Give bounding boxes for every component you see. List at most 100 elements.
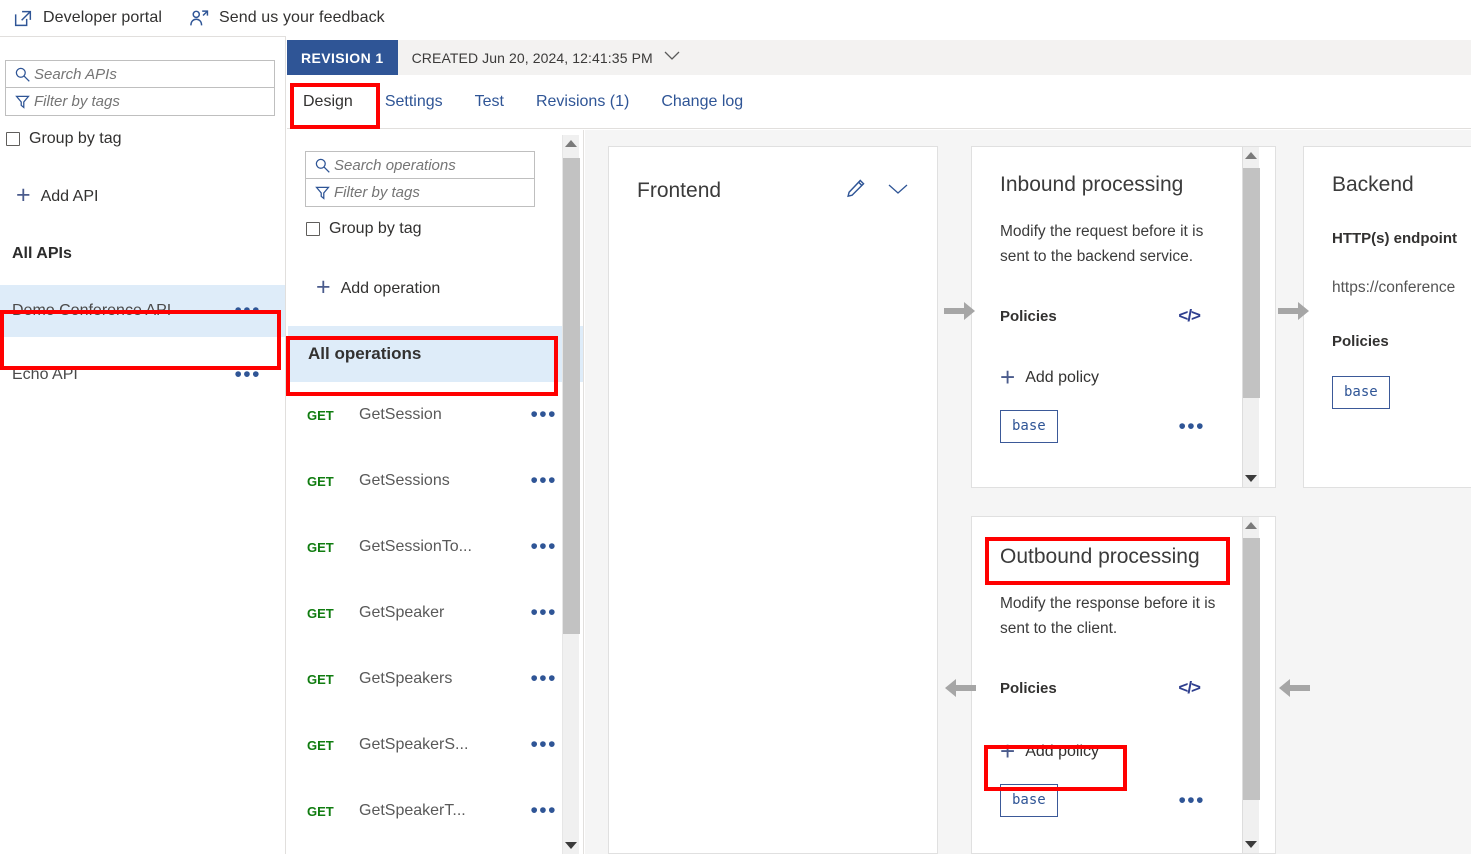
frontend-chevron-down-icon[interactable] [887,182,909,201]
outbound-policy-context-menu-icon[interactable]: ••• [1178,790,1205,811]
scroll-up-arrow-icon[interactable] [1243,517,1260,534]
outbound-add-policy-label: Add policy [1025,743,1100,760]
operations-scrollbar[interactable] [562,135,580,854]
outbound-add-policy-button[interactable]: + Add policy [1000,736,1247,766]
top-command-bar: Developer portal Send us your feedback [0,0,1471,36]
outbound-title: Outbound processing [1000,545,1200,568]
send-feedback-button[interactable]: Send us your feedback [188,7,385,29]
tab-test[interactable]: Test [459,75,520,129]
code-editor-icon[interactable]: </> [1178,306,1201,326]
revision-bar: REVISION 1 CREATED Jun 20, 2024, 12:41:3… [287,40,1471,75]
scroll-up-arrow-icon[interactable] [563,135,580,152]
design-canvas: Frontend Inbound processing Modify the r… [585,130,1471,854]
plus-icon: + [1000,736,1016,766]
operation-verb: GET [307,803,334,819]
operation-row[interactable]: GET GetSessionTo... ••• [288,514,583,580]
operation-row[interactable]: GET GetSession ••• [288,382,583,448]
sidebar-item-echo-api[interactable]: Echo API ••• [0,349,285,401]
operations-filter-tags-input[interactable] [334,184,534,201]
operation-name: GetSpeakerT... [359,802,466,819]
frontend-title: Frontend [637,179,722,202]
operation-verb: GET [307,737,334,753]
inbound-policies-label: Policies [1000,307,1057,325]
api-context-menu-icon[interactable]: ••• [234,300,261,321]
add-api-button[interactable]: + Add API [16,183,285,208]
tab-settings[interactable]: Settings [369,75,459,129]
revision-chevron-down-icon[interactable] [663,49,681,67]
operation-verb: GET [307,539,334,555]
checkbox-icon [6,132,20,146]
operation-row[interactable]: GET GetSessions ••• [288,448,583,514]
filter-tags-field[interactable] [5,88,275,116]
group-by-tag-label: Group by tag [29,130,122,147]
search-operations-input[interactable] [334,156,534,174]
tab-change-log[interactable]: Change log [645,75,759,129]
app-root: Developer portal Send us your feedback S… [0,0,1471,854]
plus-icon: + [316,273,331,301]
operation-name: GetSessions [359,472,450,489]
tab-revisions[interactable]: Revisions (1) [520,75,645,129]
add-operation-button[interactable]: + Add operation [316,273,583,301]
outbound-policy-chip[interactable]: base [1000,784,1058,817]
filter-funnel-icon [10,93,34,110]
scroll-down-arrow-icon[interactable] [1243,470,1260,487]
scrollbar-thumb[interactable] [562,158,580,634]
sidebar-item-demo-conference-api[interactable]: Demo Conference API ••• [0,285,285,337]
inbound-policy-context-menu-icon[interactable]: ••• [1178,416,1205,437]
search-apis-field[interactable] [5,60,275,88]
filter-tags-input[interactable] [34,93,274,110]
outbound-description: Modify the response before it is sent to… [1000,595,1216,637]
flow-arrow-left-icon [944,677,976,704]
search-apis-input[interactable] [34,65,274,83]
inbound-add-policy-button[interactable]: + Add policy [1000,364,1247,390]
filter-funnel-icon [310,184,334,201]
api-context-menu-icon[interactable]: ••• [234,364,261,385]
inbound-policy-chip[interactable]: base [1000,410,1058,443]
frontend-card: Frontend [608,146,938,854]
revision-badge: REVISION 1 [287,40,398,75]
developer-portal-button[interactable]: Developer portal [12,7,162,29]
operation-verb: GET [307,605,334,621]
scrollbar-thumb[interactable] [1242,538,1260,800]
edit-pencil-icon[interactable] [844,177,867,205]
outbound-card-scrollbar[interactable] [1242,517,1260,853]
group-by-tag-checkbox[interactable]: Group by tag [6,130,285,148]
external-link-icon [12,7,34,29]
scrollbar-track[interactable] [1242,164,1260,470]
backend-title: Backend [1332,173,1414,196]
outbound-processing-card: Outbound processing Modify the response … [971,516,1276,854]
scroll-down-arrow-icon[interactable] [563,837,580,854]
operations-item-all[interactable]: All operations [288,326,583,382]
search-operations-field[interactable] [305,151,535,179]
inbound-processing-card: Inbound processing Modify the request be… [971,146,1276,488]
feedback-person-icon [188,7,210,29]
add-operation-label: Add operation [340,279,441,297]
scrollbar-thumb[interactable] [1242,168,1260,398]
backend-card: Backend HTTP(s) endpoint https://confere… [1303,146,1471,488]
operation-row[interactable]: GET GetSpeakers ••• [288,646,583,712]
inbound-description: Modify the request before it is sent to … [1000,223,1204,265]
operation-row[interactable]: GET GetSpeaker ••• [288,580,583,646]
inbound-card-scrollbar[interactable] [1242,147,1260,487]
inbound-add-policy-label: Add policy [1025,369,1100,386]
all-apis-header: All APIs [12,245,72,262]
operations-list: GET GetSession ••• GET GetSessions ••• G… [288,382,583,844]
operations-filter-tags-field[interactable] [305,179,535,207]
code-editor-icon[interactable]: </> [1178,678,1201,698]
operations-group-by-tag-label: Group by tag [329,220,422,237]
scroll-down-arrow-icon[interactable] [1243,836,1260,853]
scroll-up-arrow-icon[interactable] [1243,147,1260,164]
operation-verb: GET [307,473,334,489]
flow-arrow-right-icon [1278,300,1310,327]
api-name: Demo Conference API [12,302,172,319]
operation-name: GetSpeakerS... [359,736,469,753]
operation-name: GetSessionTo... [359,538,472,555]
tab-design[interactable]: Design [287,75,369,129]
backend-policy-chip[interactable]: base [1332,376,1390,409]
operations-group-by-tag-checkbox[interactable]: Group by tag [306,220,583,238]
operation-row[interactable]: GET GetSpeakerS... ••• [288,712,583,778]
scrollbar-track[interactable] [562,152,580,837]
scrollbar-track[interactable] [1242,534,1260,836]
flow-arrow-right-icon [944,300,976,327]
operation-row[interactable]: GET GetSpeakerT... ••• [288,778,583,844]
